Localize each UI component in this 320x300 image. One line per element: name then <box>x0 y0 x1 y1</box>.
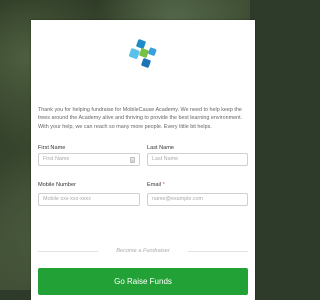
last-name-field[interactable]: Last Name <box>147 153 248 166</box>
contact-card-icon <box>130 157 135 163</box>
email-label: Email * <box>147 182 165 188</box>
first-name-placeholder: First Name <box>43 156 70 162</box>
mobile-number-label: Mobile Number <box>38 182 76 188</box>
divider-text: Become a Fundraiser <box>116 248 170 254</box>
first-name-label: First Name <box>38 145 66 151</box>
first-name-field[interactable]: First Name <box>38 153 140 166</box>
signup-card: Thank you for helping fundraise for Mobi… <box>31 20 255 300</box>
required-marker: * <box>162 182 165 188</box>
last-name-placeholder: Last Name <box>152 156 179 162</box>
section-divider: Become a Fundraiser <box>38 248 248 254</box>
mobile-number-field[interactable]: Mobile xxx-xxx-xxxx <box>38 193 140 206</box>
email-label-text: Email <box>147 182 161 188</box>
intro-text: Thank you for helping fundraise for Mobi… <box>38 107 243 130</box>
last-name-label: Last Name <box>147 145 175 151</box>
email-placeholder: name@example.com <box>152 196 204 202</box>
go-raise-funds-button[interactable]: Go Raise Funds <box>38 268 248 295</box>
email-field[interactable]: name@example.com <box>147 193 248 206</box>
mobilecause-logo <box>128 39 157 68</box>
mobile-number-placeholder: Mobile xxx-xxx-xxxx <box>43 196 91 202</box>
